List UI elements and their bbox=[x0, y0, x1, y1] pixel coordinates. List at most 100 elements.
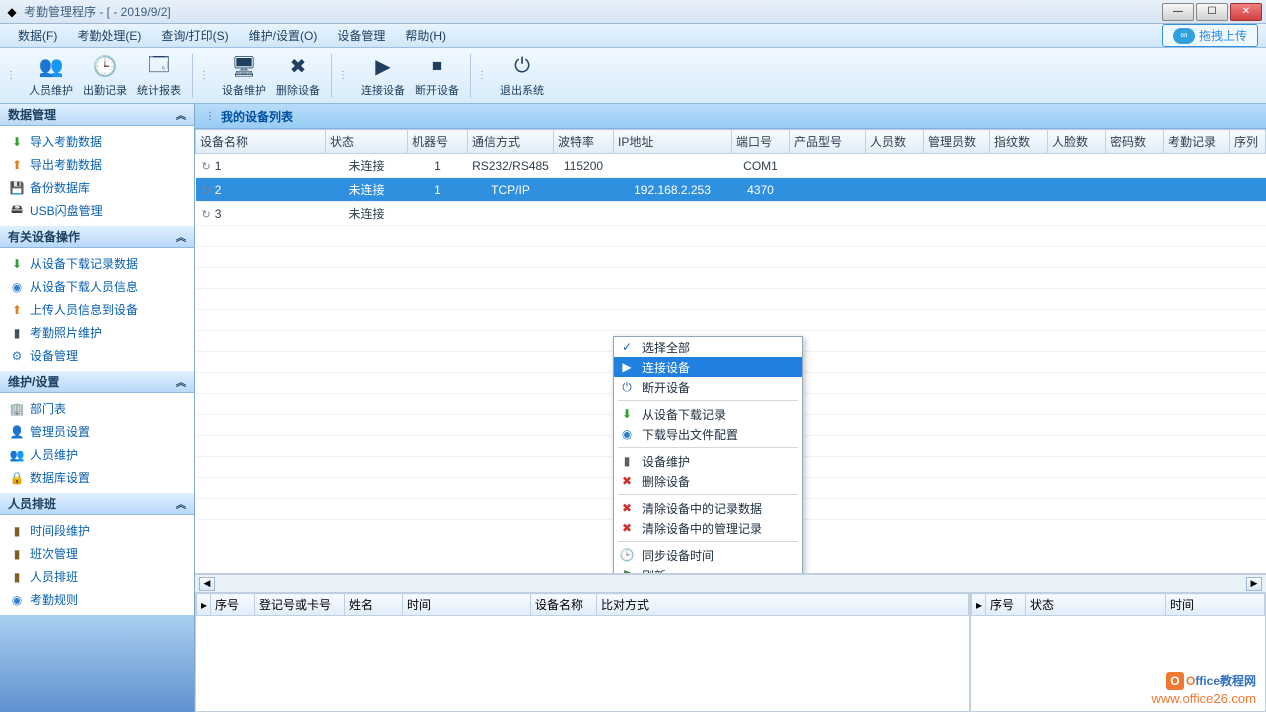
cell bbox=[1106, 178, 1164, 202]
sidebar-item[interactable]: ◉考勤规则 bbox=[0, 588, 194, 611]
menu-item-label: 从设备下载记录 bbox=[642, 406, 726, 423]
panel-header[interactable]: 数据管理︽ bbox=[0, 104, 194, 126]
window-buttons: — ☐ ✕ bbox=[1162, 3, 1262, 21]
toolbar-删除设备[interactable]: ✖删除设备 bbox=[271, 51, 325, 101]
context-menu-item[interactable]: ⬇从设备下载记录 bbox=[614, 404, 802, 424]
maximize-button[interactable]: ☐ bbox=[1196, 3, 1228, 21]
column-header[interactable]: 密码数 bbox=[1106, 130, 1164, 154]
column-header[interactable]: 时间 bbox=[403, 594, 531, 616]
sidebar-item[interactable]: ⚙设备管理 bbox=[0, 344, 194, 367]
table-row[interactable] bbox=[196, 289, 1266, 310]
context-menu-item[interactable]: ⏻断开设备 bbox=[614, 377, 802, 397]
table-row[interactable]: ↻2未连接1TCP/IP192.168.2.2534370 bbox=[196, 178, 1266, 202]
toolbar-icon: 🗔 bbox=[146, 54, 172, 80]
cell: ↻1 bbox=[196, 154, 326, 178]
toolbar-统计报表[interactable]: 🗔统计报表 bbox=[132, 51, 186, 101]
sidebar-item[interactable]: ⬇从设备下载记录数据 bbox=[0, 252, 194, 275]
column-header[interactable]: 人员数 bbox=[866, 130, 924, 154]
scroll-right-button[interactable]: ▶ bbox=[1246, 577, 1262, 591]
sidebar-item[interactable]: 🔒数据库设置 bbox=[0, 466, 194, 489]
column-header[interactable]: 设备名称 bbox=[531, 594, 597, 616]
column-header[interactable]: 姓名 bbox=[345, 594, 403, 616]
context-menu-item[interactable]: ✖删除设备 bbox=[614, 471, 802, 491]
context-menu-item[interactable]: ▶连接设备 bbox=[614, 357, 802, 377]
column-header[interactable]: 管理员数 bbox=[924, 130, 990, 154]
scroll-left-button[interactable]: ◀ bbox=[199, 577, 215, 591]
context-menu-item[interactable]: ✖清除设备中的记录数据 bbox=[614, 498, 802, 518]
sidebar-item[interactable]: ⬇导入考勤数据 bbox=[0, 130, 194, 153]
column-header[interactable]: 人脸数 bbox=[1048, 130, 1106, 154]
toolbar-连接设备[interactable]: ▶连接设备 bbox=[356, 51, 410, 101]
column-header[interactable]: 序号 bbox=[986, 594, 1026, 616]
panel-header[interactable]: 维护/设置︽ bbox=[0, 371, 194, 393]
context-menu-item[interactable]: ✖清除设备中的管理记录 bbox=[614, 518, 802, 538]
scroll-row: ◀ ▶ bbox=[195, 574, 1266, 592]
column-header[interactable]: 端口号 bbox=[732, 130, 790, 154]
close-button[interactable]: ✕ bbox=[1230, 3, 1262, 21]
sidebar-item[interactable]: ▮人员排班 bbox=[0, 565, 194, 588]
context-menu-item[interactable]: ⚑刷新 bbox=[614, 565, 802, 574]
column-header[interactable]: 序号 bbox=[211, 594, 255, 616]
sidebar-item[interactable]: ⬆上传人员信息到设备 bbox=[0, 298, 194, 321]
sidebar-item[interactable]: 👤管理员设置 bbox=[0, 420, 194, 443]
column-header[interactable]: 通信方式 bbox=[468, 130, 554, 154]
sidebar-item-icon: ⬇ bbox=[10, 257, 24, 271]
column-header[interactable]: 序列 bbox=[1230, 130, 1266, 154]
sidebar-item-icon: ⬇ bbox=[10, 135, 24, 149]
minimize-button[interactable]: — bbox=[1162, 3, 1194, 21]
column-header[interactable]: 产品型号 bbox=[790, 130, 866, 154]
column-header[interactable]: 时间 bbox=[1166, 594, 1265, 616]
context-menu-item[interactable]: ▮设备维护 bbox=[614, 451, 802, 471]
panel-header[interactable]: 人员排班︽ bbox=[0, 493, 194, 515]
sidebar-item-label: 考勤规则 bbox=[30, 591, 78, 608]
table-row[interactable]: ↻3未连接 bbox=[196, 202, 1266, 226]
sidebar-item[interactable]: ▮班次管理 bbox=[0, 542, 194, 565]
column-header[interactable]: 波特率 bbox=[554, 130, 614, 154]
column-header[interactable]: 考勤记录 bbox=[1164, 130, 1230, 154]
table-row[interactable] bbox=[196, 310, 1266, 331]
column-header[interactable]: 机器号 bbox=[408, 130, 468, 154]
context-menu-item[interactable]: 🕒同步设备时间 bbox=[614, 545, 802, 565]
menu-query[interactable]: 查询/打印(S) bbox=[151, 25, 238, 46]
menu-data[interactable]: 数据(F) bbox=[8, 25, 67, 46]
toolbar-断开设备[interactable]: ⏹断开设备 bbox=[410, 51, 464, 101]
context-menu-item[interactable]: ◉下载导出文件配置 bbox=[614, 424, 802, 444]
sidebar-item[interactable]: ▮考勤照片维护 bbox=[0, 321, 194, 344]
context-menu-item[interactable]: ✓选择全部 bbox=[614, 337, 802, 357]
bottom-left-grid[interactable]: ▸序号登记号或卡号姓名时间设备名称比对方式 bbox=[195, 592, 970, 712]
sidebar-item-label: 上传人员信息到设备 bbox=[30, 301, 138, 318]
toolbar-出勤记录[interactable]: 🕒出勤记录 bbox=[78, 51, 132, 101]
table-row[interactable]: ↻1未连接1RS232/RS485115200COM1 bbox=[196, 154, 1266, 178]
toolbar-设备维护[interactable]: 🖥设备维护 bbox=[217, 51, 271, 101]
column-header[interactable]: 登记号或卡号 bbox=[255, 594, 345, 616]
column-header[interactable]: 比对方式 bbox=[597, 594, 969, 616]
sidebar-item[interactable]: ▮时间段维护 bbox=[0, 519, 194, 542]
table-row[interactable] bbox=[196, 226, 1266, 247]
column-header[interactable]: 设备名称 bbox=[196, 130, 326, 154]
column-header[interactable]: IP地址 bbox=[614, 130, 732, 154]
menu-help[interactable]: 帮助(H) bbox=[395, 25, 456, 46]
toolbar-icon: ▶ bbox=[370, 54, 396, 80]
column-header[interactable]: 状态 bbox=[1026, 594, 1166, 616]
chevron-icon: ︽ bbox=[176, 229, 186, 244]
device-grid[interactable]: 设备名称状态机器号通信方式波特率IP地址端口号产品型号人员数管理员数指纹数人脸数… bbox=[195, 129, 1266, 574]
sidebar-item[interactable]: 👥人员维护 bbox=[0, 443, 194, 466]
column-header[interactable]: 指纹数 bbox=[990, 130, 1048, 154]
sidebar-item[interactable]: ◉从设备下载人员信息 bbox=[0, 275, 194, 298]
sidebar-item[interactable]: ⬆导出考勤数据 bbox=[0, 153, 194, 176]
sidebar-item[interactable]: 💾备份数据库 bbox=[0, 176, 194, 199]
table-row[interactable] bbox=[196, 247, 1266, 268]
upload-button[interactable]: ∞ 拖拽上传 bbox=[1162, 24, 1258, 47]
menu-device[interactable]: 设备管理 bbox=[327, 25, 395, 46]
panel-header[interactable]: 有关设备操作︽ bbox=[0, 226, 194, 248]
toolbar-退出系统[interactable]: ⏻退出系统 bbox=[495, 51, 549, 101]
sidebar-item[interactable]: 🏢部门表 bbox=[0, 397, 194, 420]
cell bbox=[554, 178, 614, 202]
table-row[interactable] bbox=[196, 268, 1266, 289]
menu-item-icon: ✓ bbox=[618, 340, 636, 354]
toolbar-人员维护[interactable]: 👥人员维护 bbox=[24, 51, 78, 101]
sidebar-item[interactable]: 🖴USB闪盘管理 bbox=[0, 199, 194, 222]
menu-attendance[interactable]: 考勤处理(E) bbox=[67, 25, 151, 46]
column-header[interactable]: 状态 bbox=[326, 130, 408, 154]
menu-maintain[interactable]: 维护/设置(O) bbox=[239, 25, 328, 46]
